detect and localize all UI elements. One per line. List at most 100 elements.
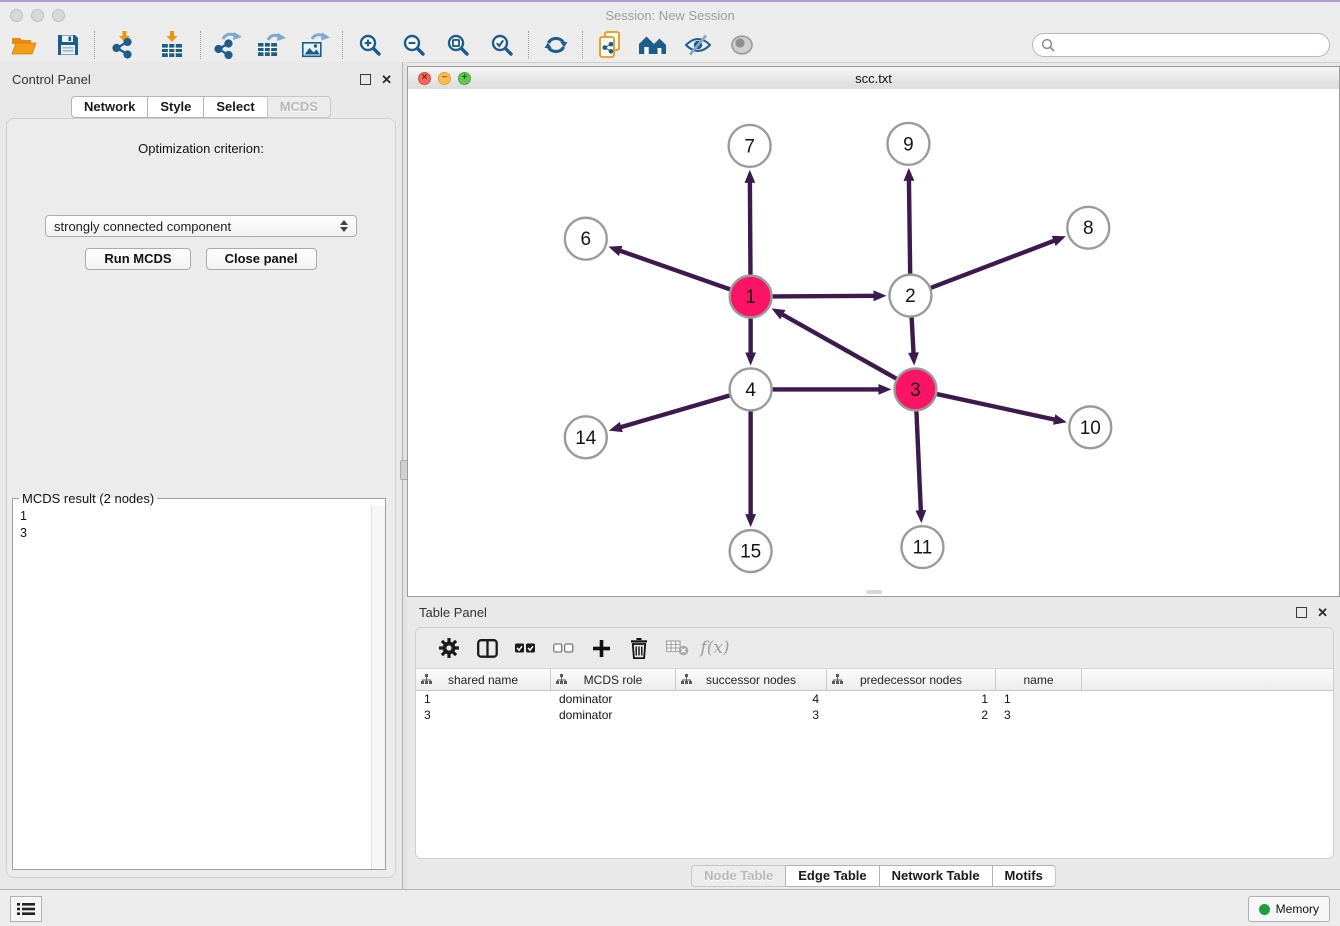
export-table-button[interactable]: [250, 30, 294, 60]
plus-icon: [593, 640, 610, 657]
column-header-predecessor-nodes[interactable]: predecessor nodes: [827, 669, 996, 690]
graph-edge-3-11[interactable]: [916, 411, 921, 513]
column-label: successor nodes: [706, 673, 796, 687]
trash-icon: [630, 638, 648, 659]
table-cell: dominator: [551, 692, 676, 706]
table-row[interactable]: 3dominator323: [416, 707, 1333, 723]
table-tabs: Node Table Edge Table Network Table Moti…: [407, 865, 1340, 887]
table-cell: 3: [996, 708, 1082, 722]
graph-edge-3-10[interactable]: [937, 394, 1057, 420]
close-table-panel-icon[interactable]: ✕: [1317, 608, 1328, 617]
graph-node-label: 2: [905, 286, 916, 307]
tab-motifs[interactable]: Motifs: [992, 865, 1056, 887]
zoom-fit-button[interactable]: [436, 30, 480, 60]
canvas-resize-handle[interactable]: [866, 590, 882, 594]
application-window: Session: New Session: [0, 0, 1340, 926]
tab-node-table[interactable]: Node Table: [691, 865, 785, 887]
column-header-mcds-role[interactable]: MCDS role: [551, 669, 676, 690]
tab-network-table[interactable]: Network Table: [879, 865, 992, 887]
tree-icon: [832, 674, 843, 685]
network-close-button[interactable]: ×: [418, 72, 431, 85]
tab-network[interactable]: Network: [71, 96, 147, 118]
graph-edge-2-8[interactable]: [931, 240, 1057, 288]
column-header-name[interactable]: name: [996, 669, 1082, 690]
tab-mcds[interactable]: MCDS: [267, 96, 331, 118]
show-hide-graphics-button[interactable]: [676, 30, 720, 60]
graph-edge-1-7[interactable]: [750, 180, 751, 275]
zoom-selected-icon: [490, 33, 514, 57]
network-canvas[interactable]: 7968124314101511: [408, 89, 1339, 596]
table-panel: Table Panel ✕: [407, 597, 1340, 890]
clone-network-button[interactable]: [588, 30, 632, 60]
add-row-button[interactable]: [582, 632, 620, 664]
table-row[interactable]: 1dominator411: [416, 691, 1333, 707]
memory-button[interactable]: Memory: [1248, 896, 1330, 922]
column-label: MCDS role: [584, 673, 643, 687]
zoom-fit-icon: [446, 33, 470, 57]
toolbar-separator: [200, 31, 202, 59]
fx-icon: f(x): [700, 638, 729, 658]
show-columns-button[interactable]: [468, 632, 506, 664]
close-panel-icon[interactable]: ✕: [381, 75, 392, 84]
control-panel: Control Panel ✕ Network Style Select MCD…: [0, 62, 402, 890]
birds-eye-view-button[interactable]: [720, 30, 764, 60]
gear-icon: [439, 638, 459, 658]
export-table-icon: [258, 31, 286, 59]
open-session-button[interactable]: [2, 30, 46, 60]
home-icon: [639, 34, 669, 56]
network-window-titlebar[interactable]: × − + scc.txt: [408, 67, 1339, 90]
tree-icon: [681, 674, 692, 685]
home-button[interactable]: [632, 30, 676, 60]
graph-edge-2-3[interactable]: [912, 318, 914, 356]
zoom-out-button[interactable]: [392, 30, 436, 60]
search-box[interactable]: [1032, 33, 1330, 57]
zoom-in-button[interactable]: [348, 30, 392, 60]
graph-edge-arrowhead: [878, 384, 891, 395]
select-stepper-icon: [340, 220, 348, 232]
tree-icon: [556, 674, 567, 685]
graph-edge-2-9[interactable]: [909, 178, 910, 274]
import-network-button[interactable]: [100, 30, 148, 60]
import-table-button[interactable]: [148, 30, 196, 60]
tab-select[interactable]: Select: [203, 96, 266, 118]
table-cell: dominator: [551, 708, 676, 722]
search-input[interactable]: [1055, 37, 1329, 53]
zoom-selected-button[interactable]: [480, 30, 524, 60]
graph-edge-1-6[interactable]: [618, 250, 730, 289]
export-network-button[interactable]: [206, 30, 250, 60]
column-header-successor-nodes[interactable]: successor nodes: [676, 669, 827, 690]
tab-style[interactable]: Style: [147, 96, 203, 118]
table-settings-button[interactable]: [430, 632, 468, 664]
column-header-shared-name[interactable]: shared name: [416, 669, 551, 690]
refresh-button[interactable]: [534, 30, 578, 60]
close-panel-button[interactable]: Close panel: [206, 248, 317, 270]
save-session-button[interactable]: [46, 30, 90, 60]
network-minimize-button[interactable]: −: [438, 72, 451, 85]
criterion-select[interactable]: strongly connected component: [45, 215, 357, 237]
run-mcds-button[interactable]: Run MCDS: [85, 248, 190, 270]
mcds-result-text[interactable]: 1 3: [13, 506, 372, 869]
toolbar-separator: [94, 31, 96, 59]
mcds-result-box: MCDS result (2 nodes) 1 3: [12, 491, 386, 870]
graph-edge-arrowhead: [908, 352, 919, 365]
graph-edge-4-14[interactable]: [618, 396, 729, 428]
delete-row-button[interactable]: [620, 632, 658, 664]
network-graph[interactable]: 7968124314101511: [408, 89, 1339, 596]
tab-edge-table[interactable]: Edge Table: [785, 865, 878, 887]
deselect-all-button[interactable]: [544, 632, 582, 664]
graph-node-label: 10: [1080, 418, 1101, 439]
export-image-button[interactable]: [294, 30, 338, 60]
float-table-panel-icon[interactable]: [1296, 607, 1307, 618]
graph-node-label: 9: [903, 134, 914, 155]
eye-disabled-icon: [731, 35, 753, 55]
task-history-button[interactable]: [10, 896, 42, 922]
zoom-out-icon: [402, 33, 426, 57]
table-body: 1dominator4113dominator323: [416, 691, 1333, 723]
graph-edge-1-2[interactable]: [773, 296, 877, 297]
result-scrollbar[interactable]: [371, 506, 385, 869]
select-all-button[interactable]: [506, 632, 544, 664]
float-panel-icon[interactable]: [360, 74, 371, 85]
mcds-result-title: MCDS result (2 nodes): [19, 491, 157, 506]
graph-edge-3-1[interactable]: [780, 313, 896, 378]
network-zoom-button[interactable]: +: [458, 72, 471, 85]
